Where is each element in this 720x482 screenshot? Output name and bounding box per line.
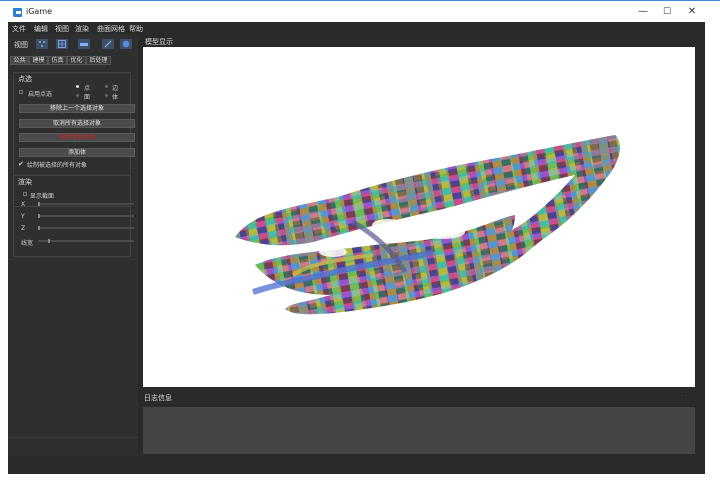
selection-title: 点选 xyxy=(18,75,32,83)
render-title: 渲染 xyxy=(18,178,32,186)
linewidth-label: 线宽 xyxy=(21,240,34,247)
draw-all-label: 绘制被选择的所有对象 xyxy=(27,162,88,169)
tab-bar: 公共 建模 仿真 优化 后处理 xyxy=(10,56,134,66)
axis-z-label: Z xyxy=(21,225,26,232)
sphere-icon[interactable] xyxy=(120,39,132,49)
delete-selected-button[interactable]: 删除所选对象 xyxy=(19,133,135,142)
slider-y[interactable] xyxy=(38,214,134,218)
log-area[interactable] xyxy=(143,407,695,454)
clear-selection-button[interactable]: 取消所有选择对象 xyxy=(19,119,135,128)
status-bar xyxy=(8,456,705,474)
title-bar: iGame — ☐ ✕ xyxy=(0,0,720,22)
slider-z[interactable] xyxy=(38,226,134,230)
radio-volume-label: 体 xyxy=(112,94,119,101)
app-title: iGame xyxy=(26,7,53,16)
radio-face-label: 面 xyxy=(84,94,91,101)
radio-face[interactable] xyxy=(76,94,79,97)
radio-point[interactable] xyxy=(76,85,79,88)
enable-select-label: 启用点选 xyxy=(28,91,53,98)
menu-file[interactable]: 文件 xyxy=(12,24,26,34)
radio-edge-label: 边 xyxy=(112,85,119,92)
tab-modeling[interactable]: 建模 xyxy=(29,56,48,65)
menu-help[interactable]: 帮助 xyxy=(129,24,143,34)
menu-surface-mesh[interactable]: 曲面网格 xyxy=(97,24,125,34)
axis-y-label: Y xyxy=(21,213,25,220)
menu-render[interactable]: 渲染 xyxy=(75,24,89,34)
flat-icon[interactable] xyxy=(78,39,90,49)
radio-edge[interactable] xyxy=(105,85,108,88)
radio-point-label: 点 xyxy=(84,85,91,92)
maximize-button[interactable]: ☐ xyxy=(660,5,674,19)
show-section-label: 显示截面 xyxy=(30,193,55,200)
tab-optimization[interactable]: 优化 xyxy=(67,56,86,65)
app-logo-icon xyxy=(13,8,22,17)
enable-select-checkbox[interactable] xyxy=(19,90,23,94)
menu-bar: 文件 编辑 视图 渲染 曲面网格 帮助 xyxy=(8,22,705,34)
grid-icon[interactable] xyxy=(56,39,68,49)
toolbar-label: 视图 xyxy=(14,41,28,49)
menu-view[interactable]: 视图 xyxy=(55,24,69,34)
tab-postprocess[interactable]: 后处理 xyxy=(86,56,111,65)
left-panel: 视图 公共 建模 仿真 优化 后处理 点选 启用点选 点 边 面 体 移除上一个… xyxy=(8,34,138,474)
edit-icon[interactable] xyxy=(102,39,114,49)
remove-last-button[interactable]: 移除上一个选择对象 xyxy=(19,104,135,113)
view-toolbar: 视图 xyxy=(8,38,138,50)
linewidth-slider[interactable] xyxy=(38,239,134,243)
show-section-checkbox[interactable] xyxy=(23,192,27,196)
add-volume-button[interactable]: 添加体 xyxy=(19,148,135,157)
minimize-button[interactable]: — xyxy=(636,5,650,19)
slider-x[interactable] xyxy=(38,202,134,206)
mesh-model xyxy=(235,135,620,315)
left-divider xyxy=(8,437,138,438)
viewport-title: 模型显示 xyxy=(145,38,173,46)
menu-edit[interactable]: 编辑 xyxy=(34,24,48,34)
check-mark-icon[interactable]: ✔ xyxy=(18,160,24,168)
log-title: 日志信息 xyxy=(144,394,172,402)
axis-x-label: X xyxy=(21,201,26,208)
radio-volume[interactable] xyxy=(105,94,108,97)
points-icon[interactable] xyxy=(36,39,48,49)
3d-viewport[interactable] xyxy=(143,47,695,387)
tab-simulation[interactable]: 仿真 xyxy=(48,56,67,65)
log-panel-controls[interactable]: · · xyxy=(681,392,688,400)
close-button[interactable]: ✕ xyxy=(685,5,699,19)
tab-common[interactable]: 公共 xyxy=(10,56,29,65)
